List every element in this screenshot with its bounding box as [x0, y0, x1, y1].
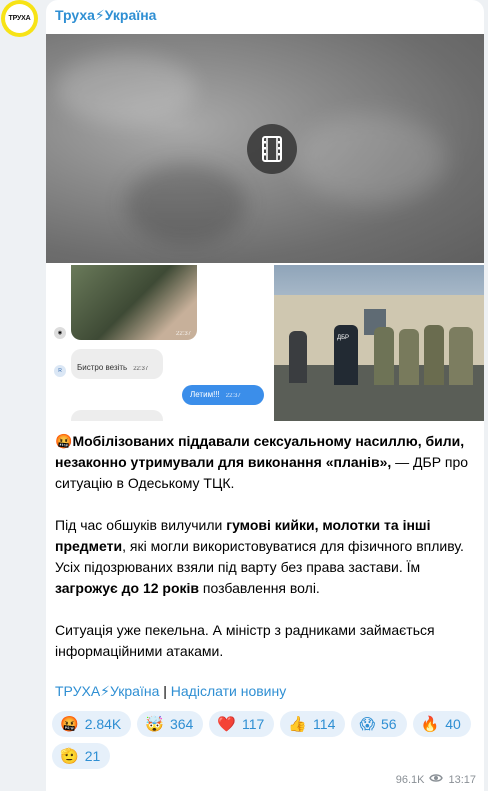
post-links: ТРУХА⚡Україна | Надіслати новину — [55, 683, 287, 699]
detention-photo[interactable]: ДБР — [274, 265, 484, 421]
chat-message-out: Летим!!! 22:37 — [182, 385, 264, 405]
channel-avatar[interactable]: ТРУХА — [1, 0, 38, 37]
chat-screenshot-image[interactable]: 22:37 ◉ Бистро везіть 22:37 R Летим!!! 22:… — [46, 265, 271, 421]
channel-name[interactable]: Труха⚡Україна — [55, 7, 156, 24]
reaction-fire[interactable]: 🔥 40 — [412, 711, 471, 737]
video-thumbnail[interactable] — [46, 34, 484, 263]
message-footer: 96.1K 13:17 — [396, 773, 476, 786]
message-time: 13:17 — [448, 773, 476, 786]
reaction-scream[interactable]: 😱 56 — [351, 711, 407, 737]
chat-photo: 22:37 — [71, 265, 197, 340]
post-paragraph-3: Ситуація уже пекельна. А міністр з радни… — [55, 622, 435, 659]
reaction-angry[interactable]: 🤬 2.84K — [52, 711, 132, 737]
channel-avatar-text: ТРУХА — [5, 4, 34, 33]
message-bubble: Труха⚡Україна 22:37 ◉ Бистро везіть 22:37 — [46, 0, 484, 791]
channel-link[interactable]: ТРУХА⚡Україна — [55, 683, 159, 699]
view-count: 96.1K — [395, 773, 425, 786]
reaction-heart[interactable]: ❤️ 117 — [209, 711, 275, 737]
chat-avatar-icon: ◉ — [54, 327, 66, 339]
reaction-mind-blown[interactable]: 🤯 364 — [137, 711, 204, 737]
post-text: 🤬Мобілізованих піддавали сексуальному на… — [55, 431, 480, 683]
film-icon[interactable] — [247, 124, 297, 174]
submit-news-link[interactable]: Надіслати новину — [171, 683, 286, 699]
post-paragraph-2: Під час обшуків вилучили гумові кийки, м… — [55, 517, 464, 596]
officer-figure: ДБР — [334, 325, 358, 385]
reactions-bar: 🤬 2.84K 🤯 364 ❤️ 117 👍 114 😱 56 🔥 40 🫡 21 — [52, 711, 482, 769]
reaction-thumbs-up[interactable]: 👍 114 — [280, 711, 346, 737]
chat-message-in — [71, 410, 163, 421]
post-paragraph-1: 🤬Мобілізованих піддавали сексуальному на… — [55, 433, 469, 491]
chat-message-in: Бистро везіть 22:37 — [71, 349, 163, 379]
chat-avatar-icon: R — [54, 365, 66, 377]
eye-icon — [429, 773, 444, 786]
reaction-salute[interactable]: 🫡 21 — [52, 743, 111, 769]
